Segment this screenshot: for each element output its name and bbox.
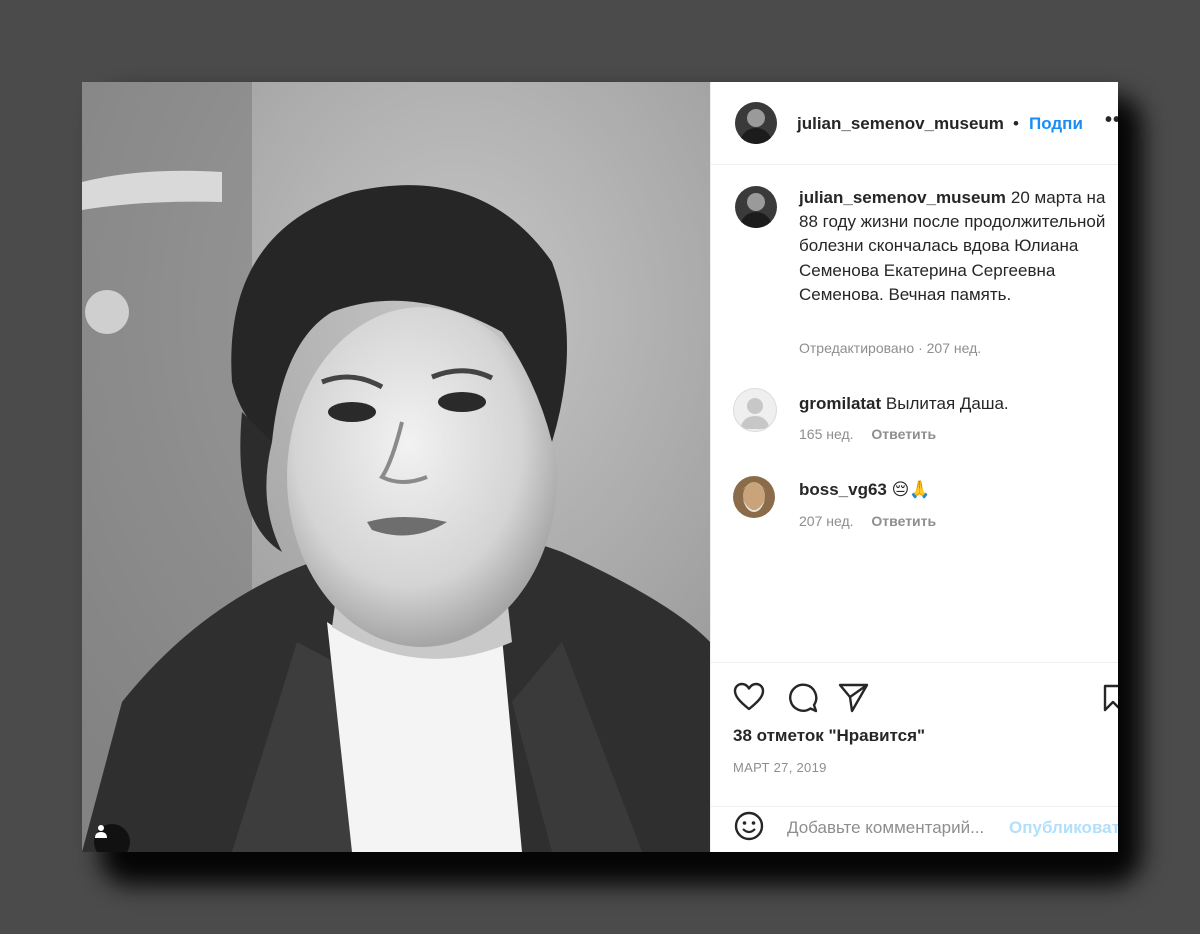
avatar-image	[735, 102, 777, 144]
caption-meta: Отредактировано · 207 нед.	[799, 340, 982, 356]
likes-count[interactable]: 38 отметок "Нравится"	[733, 726, 925, 746]
author-username[interactable]: julian_semenov_museum	[797, 114, 1004, 134]
comment: boss_vg63 😔🙏	[799, 480, 931, 500]
publish-button[interactable]: Опубликовать	[1009, 818, 1118, 838]
comment-text: 😔🙏	[891, 480, 931, 499]
comment-username[interactable]: gromilatat	[799, 394, 881, 413]
send-icon[interactable]	[838, 682, 869, 713]
emoji-icon[interactable]	[733, 810, 765, 842]
person-icon	[95, 825, 107, 838]
caption-username[interactable]: julian_semenov_museum	[799, 188, 1006, 207]
post-date[interactable]: МАРТ 27, 2019	[733, 760, 827, 775]
post-sidebar: julian_semenov_museum • Подпи ••• julian…	[710, 82, 1118, 852]
avatar-image	[733, 476, 775, 518]
default-avatar-icon	[740, 398, 770, 429]
post-photo[interactable]	[82, 82, 710, 852]
actions-divider	[711, 662, 1118, 664]
more-options-icon[interactable]: •••	[1105, 109, 1118, 132]
comment: gromilatat Вылитая Даша.	[799, 394, 1009, 414]
post-caption: julian_semenov_museum 20 марта на 88 году…	[799, 186, 1118, 307]
commenter-avatar[interactable]	[733, 476, 775, 518]
heart-icon[interactable]	[733, 682, 765, 712]
comment-meta: 165 нед. Ответить	[799, 426, 936, 442]
separator-dot: •	[1013, 114, 1019, 133]
reply-button[interactable]: Ответить	[871, 513, 936, 529]
author-avatar[interactable]	[735, 102, 777, 144]
bookmark-icon[interactable]	[1103, 684, 1118, 712]
comment-age: 207 нед.	[799, 513, 854, 529]
reply-button[interactable]: Ответить	[871, 426, 936, 442]
comment-username[interactable]: boss_vg63	[799, 480, 887, 499]
add-comment-bar: Опубликовать	[711, 806, 1118, 852]
avatar-image	[735, 186, 777, 228]
comment-text: Вылитая Даша.	[885, 394, 1009, 413]
comment-meta: 207 нед. Ответить	[799, 513, 936, 529]
tagged-user-button[interactable]	[94, 824, 130, 852]
post-modal: julian_semenov_museum • Подпи ••• julian…	[82, 82, 1118, 852]
comment-icon[interactable]	[787, 682, 818, 713]
comment-age: 165 нед.	[799, 426, 854, 442]
portrait-image	[82, 82, 710, 852]
caption-avatar[interactable]	[735, 186, 777, 228]
comment-input[interactable]	[785, 817, 1009, 839]
post-header: julian_semenov_museum • Подпи •••	[711, 82, 1118, 165]
commenter-avatar[interactable]	[733, 388, 777, 432]
follow-button[interactable]: Подпи	[1029, 114, 1083, 134]
